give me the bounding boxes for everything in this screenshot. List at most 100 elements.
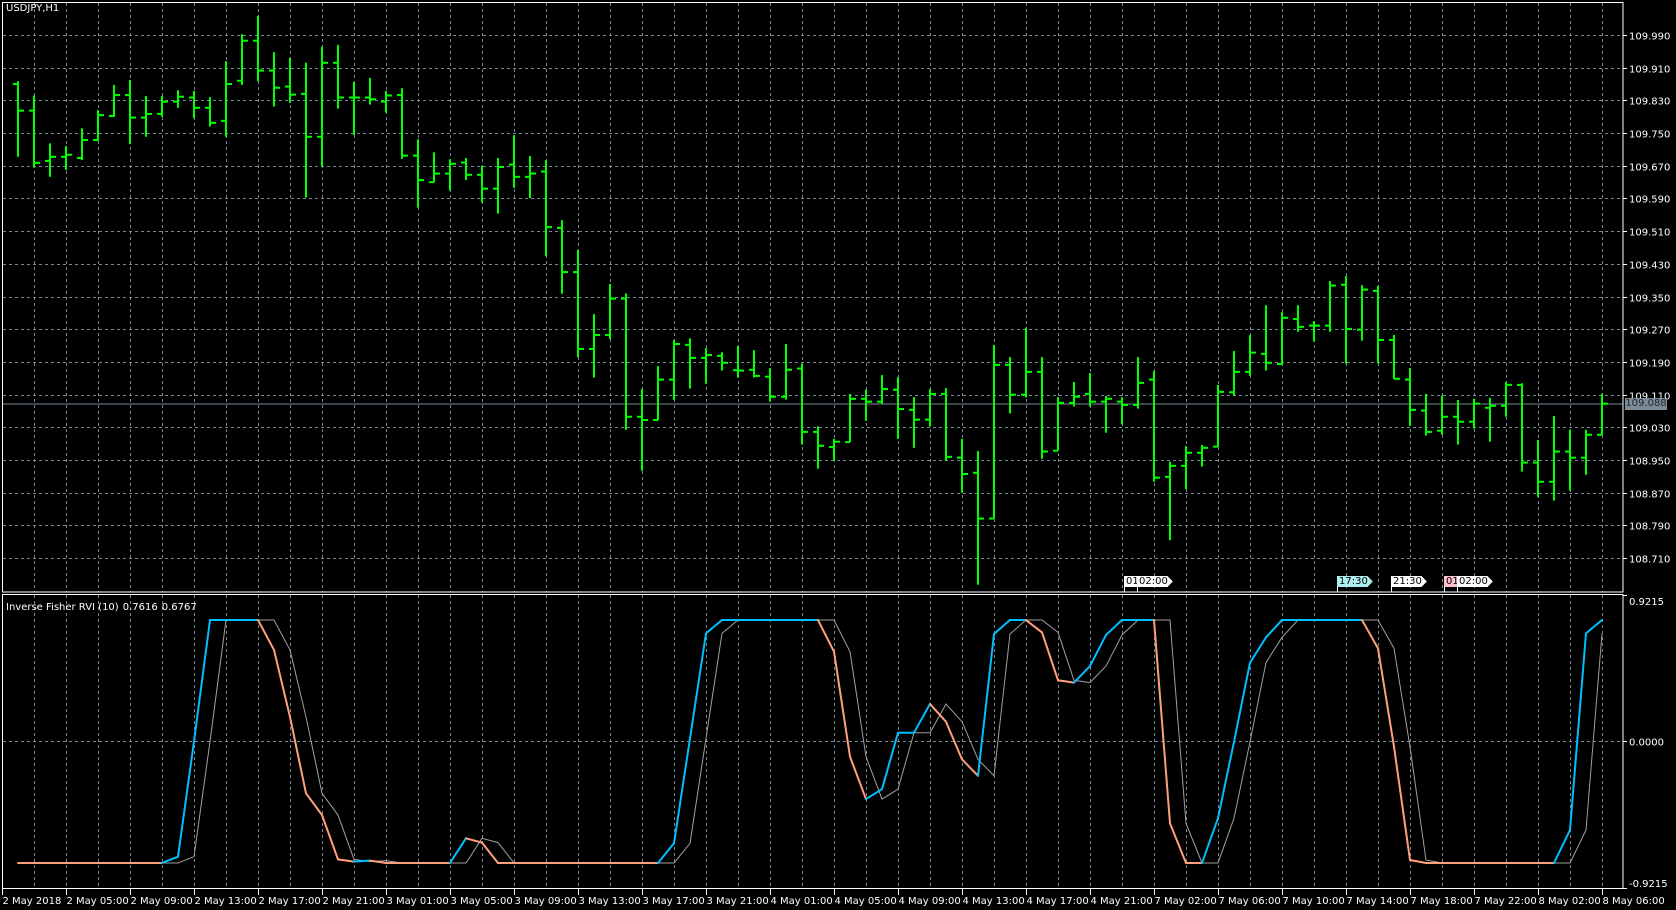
- ohlc-bar: [1213, 384, 1224, 448]
- price-axis-label: 108.870: [1629, 490, 1670, 501]
- main-line-segment: [673, 737, 691, 845]
- ohlc-bar: [173, 90, 184, 108]
- main-line-segment: [273, 648, 291, 718]
- ohlc-bar: [1181, 446, 1192, 490]
- main-line-segment: [177, 740, 195, 858]
- ohlc-bar: [1085, 373, 1096, 407]
- time-axis-label: 7 May 06:00: [1219, 896, 1281, 907]
- main-line-segment: [1361, 619, 1379, 650]
- time-axis-label: 4 May 21:00: [1091, 896, 1153, 907]
- main-line-segment: [817, 619, 835, 653]
- ohlc-bar: [125, 79, 136, 145]
- main-line-segment: [913, 703, 931, 734]
- main-line-segment: [257, 619, 275, 651]
- ohlc-bar: [1069, 382, 1080, 407]
- ohlc-bar: [605, 283, 616, 340]
- main-line-segment: [481, 841, 499, 864]
- ohlc-bar: [637, 388, 648, 471]
- axes: 109.990 109.910 109.830 109.750 109.670 109.5…: [2, 32, 1670, 907]
- main-line-segment: [1153, 619, 1171, 825]
- ohlc-bar: [1389, 335, 1400, 380]
- time-marker[interactable]: 17:30: [1337, 576, 1373, 587]
- ohlc-bar: [1005, 357, 1016, 414]
- time-axis-label: 2 May 13:00: [195, 896, 257, 907]
- price-axis-label: 109.350: [1629, 294, 1670, 305]
- ohlc-bar: [157, 95, 168, 117]
- time-marker[interactable]: 02:00: [1457, 576, 1493, 587]
- chart-canvas[interactable]: 109.990 109.910 109.830 109.750 109.670 109.5…: [0, 0, 1676, 910]
- ohlc-bar: [221, 61, 232, 137]
- time-axis-label: 3 May 09:00: [515, 896, 577, 907]
- main-line-segment: [161, 855, 179, 864]
- ohlc-bar: [29, 95, 40, 168]
- ohlc-bar: [541, 160, 552, 257]
- ohlc-bar: [1277, 312, 1288, 366]
- indicator-axis-label: 0.9215: [1629, 597, 1664, 608]
- ohlc-bar: [973, 451, 984, 585]
- ohlc-bar: [1133, 357, 1144, 409]
- ohlc-bar: [557, 220, 568, 294]
- indicator-name: Inverse Fisher RVI (10): [6, 602, 119, 613]
- ohlc-bar: [893, 377, 904, 439]
- main-line-segment: [465, 837, 483, 844]
- time-axis-label: 7 May 10:00: [1283, 896, 1345, 907]
- ohlc-bar: [733, 346, 744, 378]
- ohlc-bar: [1437, 395, 1448, 435]
- main-line-segment: [1041, 631, 1059, 682]
- time-axis-label: 2 May 21:00: [323, 896, 385, 907]
- time-axis-label: 3 May 13:00: [579, 896, 641, 907]
- ohlc-bar: [909, 397, 920, 448]
- main-line-segment: [657, 842, 675, 864]
- ohlc-bar: [1293, 305, 1304, 332]
- ohlc-bar: [1245, 335, 1256, 376]
- time-axis-label: 4 May 09:00: [899, 896, 961, 907]
- ohlc-bar: [77, 128, 88, 161]
- ohlc-bar: [1149, 370, 1160, 482]
- ohlc-bar: [1197, 444, 1208, 467]
- price-axis-label: 109.830: [1629, 97, 1670, 108]
- ohlc-bar: [573, 250, 584, 358]
- ohlc-bar: [781, 344, 792, 400]
- time-marker[interactable]: 21:30: [1391, 576, 1427, 587]
- main-line-segment: [849, 755, 867, 801]
- ohlc-bar: [301, 62, 312, 198]
- price-axis-label: 109.270: [1629, 326, 1670, 337]
- ohlc-bar: [685, 338, 696, 389]
- ohlc-bar: [1549, 415, 1560, 501]
- main-line-segment: [1393, 745, 1411, 862]
- grid: [3, 3, 1623, 888]
- main-line-segment: [1377, 647, 1395, 748]
- main-line-segment: [353, 859, 371, 863]
- time-axis-label: 2 May 2018: [3, 896, 62, 907]
- ohlc-bar: [829, 438, 840, 461]
- ohlc-bar: [1037, 357, 1048, 459]
- main-line-segment: [705, 619, 723, 635]
- ohlc-bar: [589, 314, 600, 378]
- time-marker[interactable]: 02:00: [1137, 576, 1173, 587]
- main-line-segment: [1249, 636, 1267, 664]
- price-axis-label: 108.790: [1629, 522, 1670, 533]
- ohlc-bar: [141, 95, 152, 137]
- ohlc-bar: [1485, 397, 1496, 442]
- price-axis-label: 108.710: [1629, 555, 1670, 566]
- ohlc-bar: [1357, 285, 1368, 341]
- main-line-segment: [321, 814, 339, 861]
- ohlc-bar: [1565, 429, 1576, 491]
- time-axis-label: 7 May 02:00: [1155, 896, 1217, 907]
- ohlc-bar: [285, 57, 296, 103]
- price-axis-label: 109.590: [1629, 195, 1670, 206]
- price-axis-label: 108.950: [1629, 457, 1670, 468]
- main-line-segment: [1057, 679, 1075, 684]
- ohlc-bar: [189, 90, 200, 119]
- time-axis-label: 3 May 05:00: [451, 896, 513, 907]
- ohlc-bar: [989, 344, 1000, 520]
- ohlc-bar: [205, 97, 216, 127]
- ohlc-bar: [1261, 305, 1272, 371]
- ohlc-bar: [845, 393, 856, 444]
- time-axis-label: 4 May 01:00: [771, 896, 833, 907]
- ohlc-bar: [1117, 397, 1128, 425]
- ohlc-bar: [349, 82, 360, 136]
- ohlc-bar: [93, 110, 104, 142]
- ohlc-bar: [813, 426, 824, 469]
- ohlc-bar: [925, 388, 936, 427]
